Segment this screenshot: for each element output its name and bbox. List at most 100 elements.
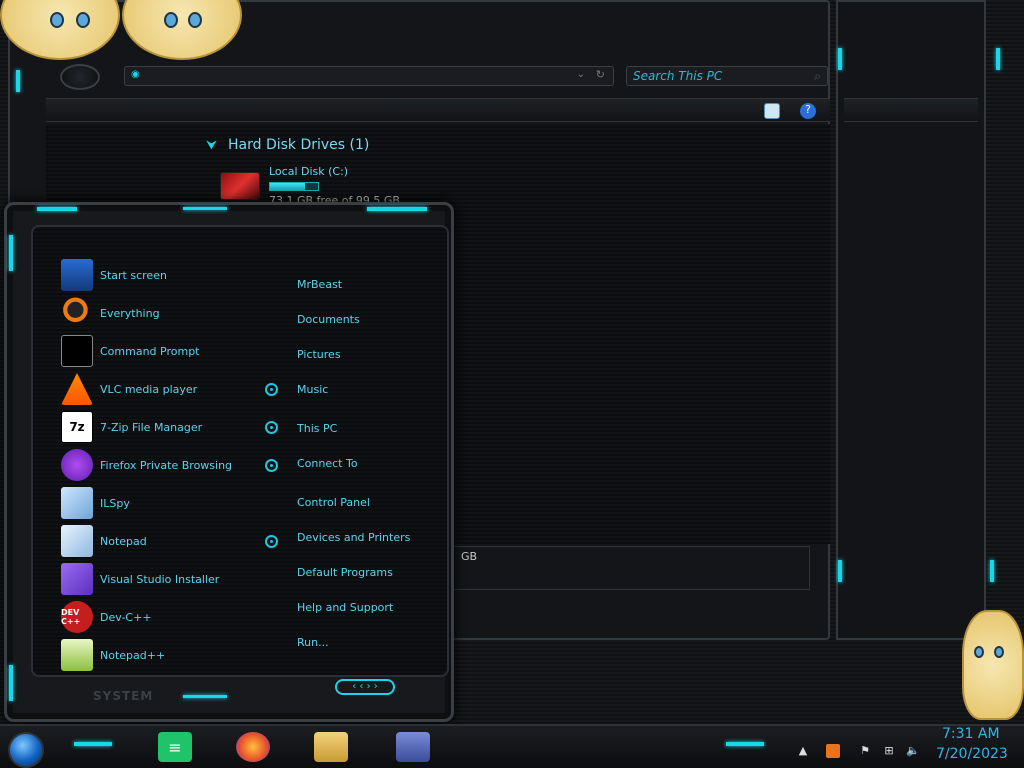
vlc-cone-icon — [61, 373, 93, 405]
taskbar: ≡ ▲ ⚑ ⊞ 🔈 — [0, 724, 1024, 768]
visual-studio-installer-icon — [61, 563, 93, 595]
background-window-toolbar — [844, 98, 978, 122]
firefox-icon[interactable] — [236, 732, 270, 762]
character-eye — [974, 646, 984, 658]
accent-bar — [367, 207, 427, 211]
submenu-arrow-icon[interactable] — [265, 459, 278, 472]
character-eye — [188, 12, 202, 28]
accent-bar — [16, 70, 20, 92]
volume-icon[interactable]: 🔈 — [906, 744, 920, 758]
start-menu-place[interactable]: Documents — [297, 313, 360, 326]
start-menu-program[interactable]: Start screen — [61, 257, 261, 293]
system-label: SYSTEM — [93, 689, 154, 703]
start-menu-program[interactable]: Command Prompt — [61, 333, 261, 369]
start-menu-program-label: Firefox Private Browsing — [100, 458, 233, 472]
folder-icon: ◉ — [131, 69, 140, 80]
start-menu-place[interactable]: Devices and Printers — [297, 531, 410, 544]
start-menu-program-label: Everything — [100, 306, 160, 320]
notepadpp-icon — [61, 639, 93, 671]
show-hidden-icons-icon[interactable]: ▲ — [796, 744, 810, 758]
control-panel-icon[interactable] — [396, 732, 430, 762]
file-explorer-icon[interactable] — [314, 732, 348, 762]
clock-date[interactable]: 7/20/2023 — [936, 746, 1008, 762]
start-menu-place[interactable]: This PC — [297, 422, 337, 435]
refresh-icon[interactable]: ↻ — [596, 68, 605, 81]
start-menu-program[interactable]: Notepad++ — [61, 637, 261, 673]
start-menu-program-label: Start screen — [100, 268, 167, 282]
start-menu-place[interactable]: MrBeast — [297, 278, 342, 291]
start-menu-program-label: Dev-C++ — [100, 610, 152, 624]
background-window — [836, 0, 986, 640]
chevron-down-icon[interactable]: ⌄ — [577, 69, 585, 80]
firefox-private-icon — [61, 449, 93, 481]
start-menu-place[interactable]: Music — [297, 383, 328, 396]
hard-disk-icon[interactable] — [220, 172, 260, 200]
start-menu-program-label: VLC media player — [100, 382, 198, 396]
page-switch-button[interactable]: ‹ ‹ › › — [335, 679, 395, 695]
start-menu-program-label: Notepad++ — [100, 648, 166, 662]
desktop: ◉ ⌄ ↻ Search This PC ⌕ ? ⮟ Hard Disk Dri… — [0, 0, 1024, 768]
devcpp-icon: DEV C++ — [61, 601, 93, 633]
action-center-flag-icon[interactable]: ⚑ — [858, 744, 872, 758]
address-bar[interactable]: ◉ ⌄ ↻ — [124, 66, 614, 86]
accent-bar — [183, 695, 227, 698]
start-menu-program[interactable]: 7z 7-Zip File Manager — [61, 409, 261, 445]
7zip-icon: 7z — [61, 411, 93, 443]
command-prompt-icon — [61, 335, 93, 367]
start-button[interactable] — [8, 732, 44, 768]
character-eye — [994, 646, 1004, 658]
back-forward-button[interactable] — [60, 64, 100, 90]
start-screen-icon — [61, 259, 93, 291]
start-menu-place[interactable]: Run... — [297, 636, 329, 649]
start-menu-program-label: Notepad — [100, 534, 147, 548]
start-menu-program[interactable]: Firefox Private Browsing — [61, 447, 261, 483]
submenu-arrow-icon[interactable] — [265, 421, 278, 434]
start-menu-program-label: 7-Zip File Manager — [100, 420, 203, 434]
collapse-chevron-icon[interactable]: ⮟ — [206, 138, 217, 153]
accent-bar — [726, 742, 764, 746]
start-menu-program[interactable]: Visual Studio Installer — [61, 561, 261, 597]
help-icon[interactable]: ? — [800, 103, 816, 119]
accent-bar — [990, 560, 994, 582]
accent-bar — [74, 742, 112, 746]
magnifier-icon — [61, 297, 93, 329]
details-pane: GB — [450, 546, 810, 590]
accent-bar — [996, 48, 1000, 70]
start-menu-program-label: Command Prompt — [100, 344, 200, 358]
start-menu-program-label: Visual Studio Installer — [100, 572, 220, 586]
disk-name[interactable]: Local Disk (C:) — [269, 165, 348, 178]
character-art-bottom-right — [962, 610, 1024, 720]
start-menu-program[interactable]: Everything — [61, 295, 261, 331]
ilspy-icon — [61, 487, 93, 519]
file-manager-green-icon[interactable]: ≡ — [158, 732, 192, 762]
submenu-arrow-icon[interactable] — [265, 535, 278, 548]
start-menu-place[interactable]: Connect To — [297, 457, 358, 470]
accent-bar — [37, 207, 77, 211]
start-menu-program[interactable]: DEV C++ Dev-C++ — [61, 599, 261, 635]
java-update-icon[interactable] — [826, 744, 840, 758]
clock-time[interactable]: 7:31 AM — [942, 726, 1000, 742]
group-header[interactable]: Hard Disk Drives (1) — [228, 137, 369, 153]
start-menu-program[interactable]: VLC media player — [61, 371, 261, 407]
start-menu-program[interactable]: Notepad — [61, 523, 261, 559]
submenu-arrow-icon[interactable] — [265, 383, 278, 396]
search-placeholder: Search This PC — [633, 69, 723, 83]
accent-bar — [838, 48, 842, 70]
disk-usage-fill — [270, 183, 306, 190]
disk-usage-bar — [269, 182, 319, 191]
network-icon[interactable]: ⊞ — [882, 744, 896, 758]
start-menu-place[interactable]: Help and Support — [297, 601, 393, 614]
accent-bar — [9, 665, 13, 701]
character-eye — [76, 12, 90, 28]
start-menu-place[interactable]: Default Programs — [297, 566, 393, 579]
search-icon[interactable]: ⌕ — [814, 69, 821, 84]
start-menu-program-label: ILSpy — [100, 496, 130, 510]
start-menu: Start screen Everything Command Prompt VLC … — [4, 202, 454, 722]
notepad-icon — [61, 525, 93, 557]
search-input[interactable]: Search This PC ⌕ — [626, 66, 828, 86]
accent-bar — [838, 560, 842, 582]
start-menu-place[interactable]: Control Panel — [297, 496, 370, 509]
preview-pane-icon[interactable] — [764, 103, 780, 119]
start-menu-program[interactable]: ILSpy — [61, 485, 261, 521]
start-menu-place[interactable]: Pictures — [297, 348, 341, 361]
